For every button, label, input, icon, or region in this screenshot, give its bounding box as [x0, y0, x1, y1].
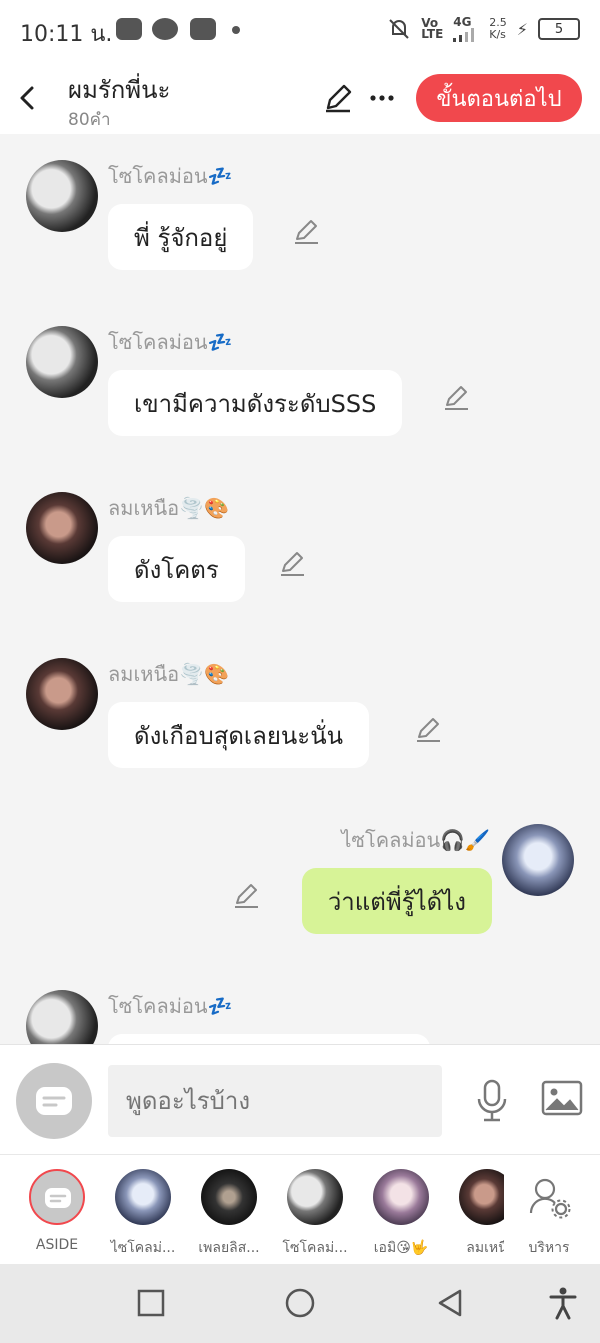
sender-name: ลมเหนือ🌪️🎨 [108, 496, 229, 520]
battery-icon: 5 [538, 18, 580, 40]
message-list: โซโคลม่อน💤 พี่ รู้จักอยู่ โซโคลม่อน💤 เขา… [0, 134, 600, 1044]
sender-name: โซโคลม่อน💤 [108, 330, 233, 354]
system-nav-bar [0, 1264, 600, 1343]
message-text: พี่ รู้จักอยู่ [134, 223, 228, 252]
word-count: 80คำ [68, 110, 111, 130]
message-bubble[interactable]: พี่ รู้จักอยู่ [108, 204, 254, 270]
manage-icon [521, 1169, 577, 1225]
message-bubble[interactable]: ดังโคตร [108, 536, 245, 602]
sender-name: โซโคลม่อน💤 [108, 164, 233, 188]
pencil-icon[interactable] [278, 548, 308, 578]
speed-indicator: 2.5 K/s [489, 17, 507, 41]
avatar[interactable] [26, 160, 98, 232]
avatar [115, 1169, 171, 1225]
avatar[interactable] [26, 990, 98, 1044]
bell-off-icon [387, 18, 411, 40]
avatar[interactable] [26, 492, 98, 564]
status-time: 10:11 น. [20, 22, 113, 47]
volte-bottom: LTE [421, 27, 444, 41]
triangle-icon[interactable] [433, 1286, 467, 1320]
sender-name: ไซโคลม่อน🎧🖌️ [341, 828, 490, 852]
image-icon[interactable] [540, 1079, 584, 1119]
chat-header: ผมรักพี่นะ 80คำ ขั้นตอนต่อไป [0, 62, 600, 134]
message-bubble[interactable]: เขามีความดังระดับSSS [108, 370, 403, 436]
avatar[interactable] [26, 326, 98, 398]
discord-app-icon-2 [190, 18, 216, 40]
square-icon[interactable] [134, 1286, 168, 1320]
back-icon[interactable] [14, 80, 44, 116]
message-text: ดังโคตร [134, 555, 219, 584]
battery-level: 5 [554, 21, 564, 37]
member-item[interactable]: ไซโคลม่... [100, 1163, 186, 1263]
volte-icon: Vo LTE [421, 17, 444, 41]
members-bar: ASIDE ไซโคลม่... เพลยลิส... โซโคลม่... เ… [0, 1154, 600, 1265]
edit-icon[interactable] [322, 82, 354, 114]
signal-icon: 4G [453, 16, 479, 42]
member-label: โซโคลม่... [282, 1240, 348, 1256]
network-type: 4G [453, 15, 472, 29]
sender-name: โซโคลม่อน💤 [108, 994, 233, 1018]
member-label: ลมเหนื [466, 1240, 504, 1256]
message-text: ดังเกือบสุดเลยนะนั่น [134, 721, 344, 750]
message-bubble[interactable] [108, 1034, 430, 1044]
member-aside[interactable]: ASIDE [14, 1163, 100, 1263]
mic-icon[interactable] [474, 1079, 510, 1123]
message-bubble[interactable]: ว่าแต่พี่รู้ได้ไง [301, 868, 492, 934]
more-icon[interactable] [366, 82, 398, 114]
message-bubble[interactable]: ดังเกือบสุดเลยนะนั่น [108, 702, 370, 768]
member-item[interactable]: โซโคลม่... [272, 1163, 358, 1263]
member-item[interactable]: ลมเหนื [444, 1163, 504, 1263]
sender-name: ลมเหนือ🌪️🎨 [108, 662, 229, 686]
member-label: ASIDE [35, 1237, 79, 1253]
aside-toggle-button[interactable] [16, 1063, 92, 1139]
avatar [201, 1169, 257, 1225]
member-label: เอมิ😘🤟 [373, 1240, 429, 1256]
aside-icon [29, 1169, 85, 1225]
avatar[interactable] [26, 658, 98, 730]
circle-icon[interactable] [283, 1286, 317, 1320]
accessibility-icon[interactable] [546, 1286, 580, 1320]
speed-bottom: K/s [489, 28, 506, 41]
input-bar [0, 1044, 600, 1155]
avatar[interactable] [502, 824, 574, 896]
charging-icon: ⚡ [516, 19, 528, 39]
message-text: ว่าแต่พี่รู้ได้ไง [327, 887, 466, 916]
pencil-icon[interactable] [414, 714, 444, 744]
status-right: Vo LTE 4G 2.5 K/s ⚡ 5 [387, 14, 580, 44]
pencil-icon[interactable] [292, 216, 322, 246]
member-label: ไซโคลม่... [110, 1240, 176, 1256]
avatar [373, 1169, 429, 1225]
member-label: เพลยลิส... [198, 1240, 260, 1256]
avatar [459, 1169, 504, 1225]
aside-icon [36, 1087, 72, 1115]
member-label: บริหาร [528, 1240, 570, 1256]
status-bar: 10:11 น. Vo LTE 4G 2.5 K/s ⚡ 5 [0, 0, 600, 62]
line-app-icon [152, 18, 178, 40]
pencil-icon[interactable] [442, 382, 472, 412]
discord-app-icon [116, 18, 142, 40]
avatar [287, 1169, 343, 1225]
pencil-icon[interactable] [232, 880, 262, 910]
next-step-button[interactable]: ขั้นตอนต่อไป [416, 74, 582, 122]
manage-button[interactable]: บริหาร [506, 1163, 592, 1263]
member-item[interactable]: เพลยลิส... [186, 1163, 272, 1263]
message-text: เขามีความดังระดับSSS [134, 389, 377, 418]
chat-title: ผมรักพี่นะ [68, 76, 171, 104]
member-item[interactable]: เอมิ😘🤟 [358, 1163, 444, 1263]
message-input[interactable] [108, 1065, 442, 1137]
notification-dot-icon [232, 26, 240, 34]
